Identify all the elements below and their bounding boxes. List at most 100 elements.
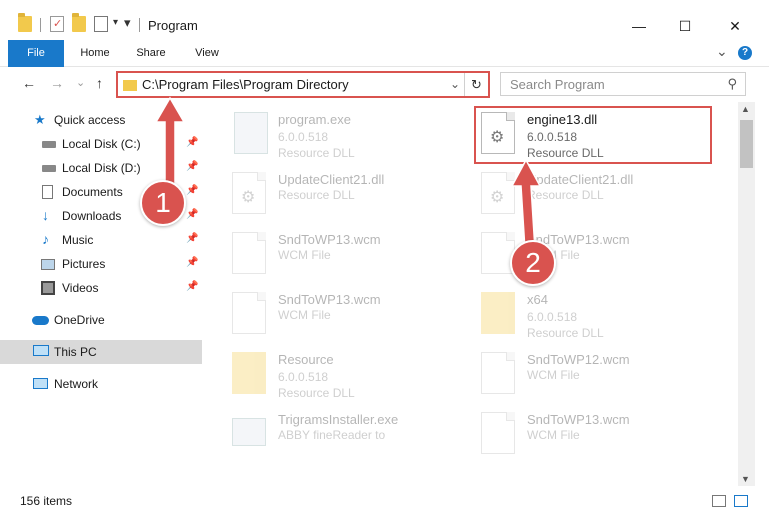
file-type: Resource DLL xyxy=(278,146,355,160)
file-name: engine13.dll xyxy=(527,112,598,127)
sidebar-item-label: Local Disk (D:) xyxy=(62,161,141,175)
sidebar-item-music[interactable]: ♪ Music 📌 xyxy=(0,228,202,252)
title-bar: ✓ ▾ ▾ Program — ☐ ✕ xyxy=(0,0,769,40)
folder-icon xyxy=(232,352,266,394)
recent-locations-button[interactable]: ⌄ xyxy=(76,76,85,89)
sidebar-item-onedrive[interactable]: OneDrive xyxy=(0,308,202,332)
expand-ribbon-icon[interactable]: ⌄ xyxy=(716,43,728,60)
large-icons-view-icon[interactable] xyxy=(734,495,748,507)
sidebar-item-label: Network xyxy=(54,377,99,391)
file-name: UpdateClient21.dll xyxy=(278,172,385,187)
tab-share[interactable]: Share xyxy=(128,40,174,67)
customize-toolbar-icon[interactable] xyxy=(94,16,108,32)
pin-icon[interactable]: 📌 xyxy=(186,209,198,220)
address-dropdown-icon[interactable]: ⌄ xyxy=(450,77,460,91)
file-list: program.exe 6.0.0.518 Resource DLL ⚙ Upd… xyxy=(206,102,738,486)
file-item[interactable]: SndToWP13.wcm WCM File xyxy=(232,230,462,288)
file-item[interactable]: program.exe 6.0.0.518 Resource DLL xyxy=(232,110,462,168)
computer-icon xyxy=(33,345,49,356)
drive-icon xyxy=(42,141,56,148)
back-button[interactable]: ← xyxy=(22,75,36,91)
file-item[interactable]: SndToWP12.wcm WCM File xyxy=(481,350,711,408)
sidebar-item-network[interactable]: Network xyxy=(0,372,202,396)
picture-icon xyxy=(41,259,55,270)
file-name: TrigramsInstaller.exe xyxy=(278,412,399,427)
sidebar-item-label: This PC xyxy=(54,345,97,359)
folder-icon xyxy=(481,292,515,334)
callout-badge-2: 2 xyxy=(510,240,556,286)
address-path[interactable]: C:\Program Files\Program Directory xyxy=(142,77,349,92)
file-version: 6.0.0.518 xyxy=(278,130,329,144)
properties-icon[interactable]: ✓ xyxy=(50,16,64,32)
search-icon[interactable]: ⚲ xyxy=(727,76,737,92)
file-item[interactable]: ⚙ UpdateClient21.dll Resource DLL xyxy=(232,170,462,228)
scroll-up-icon[interactable]: ▲ xyxy=(741,104,750,114)
sidebar-item-pictures[interactable]: Pictures 📌 xyxy=(0,252,202,276)
exe-icon xyxy=(232,418,266,446)
file-item[interactable]: SndToWP13.wcm WCM File xyxy=(232,290,462,348)
new-folder-icon[interactable] xyxy=(72,13,86,32)
file-type: WCM File xyxy=(278,248,331,262)
address-bar[interactable]: C:\Program Files\Program Directory ⌄ ↻ xyxy=(116,71,490,98)
navigation-bar: ← → ⌄ ↑ C:\Program Files\Program Directo… xyxy=(0,67,769,102)
file-name: x64 xyxy=(527,292,548,307)
refresh-button[interactable]: ↻ xyxy=(464,73,488,96)
help-icon[interactable]: ? xyxy=(738,46,752,60)
video-icon xyxy=(41,281,55,295)
sidebar-item-this-pc[interactable]: This PC xyxy=(0,340,202,364)
sidebar-item-label: Local Disk (C:) xyxy=(62,137,141,151)
sidebar-item-label: Downloads xyxy=(62,209,122,223)
search-box[interactable]: Search Program ⚲ xyxy=(500,72,746,96)
dll-icon: ⚙ xyxy=(481,112,515,154)
file-name: SndToWP13.wcm xyxy=(527,412,630,427)
title-separator xyxy=(40,18,41,32)
window-title: Program xyxy=(148,18,198,33)
drive-icon xyxy=(42,165,56,172)
pin-icon[interactable]: 📌 xyxy=(186,233,198,244)
file-name: program.exe xyxy=(278,112,351,127)
qat-customize-icon[interactable]: ▾ xyxy=(124,15,131,31)
sidebar-item-label: Documents xyxy=(62,185,123,199)
scroll-down-icon[interactable]: ▼ xyxy=(741,474,750,484)
close-button[interactable]: ✕ xyxy=(712,12,758,40)
tab-view[interactable]: View xyxy=(184,40,230,67)
dll-icon: ⚙ xyxy=(232,172,266,214)
file-icon xyxy=(481,352,515,394)
sidebar-item-label: Quick access xyxy=(54,113,126,127)
file-item[interactable]: x64 6.0.0.518 Resource DLL xyxy=(481,290,711,348)
folder-icon[interactable] xyxy=(18,13,32,32)
file-icon xyxy=(481,412,515,454)
exe-icon xyxy=(234,112,268,154)
file-version: 6.0.0.518 xyxy=(527,130,578,144)
file-icon xyxy=(232,292,266,334)
sidebar-item-videos[interactable]: Videos 📌 xyxy=(0,276,202,300)
up-button[interactable]: ↑ xyxy=(96,75,103,91)
forward-button[interactable]: → xyxy=(50,75,64,91)
tab-file[interactable]: File xyxy=(8,40,64,67)
file-name: SndToWP13.wcm xyxy=(278,292,381,307)
file-version: 6.0.0.518 xyxy=(278,370,329,384)
scroll-thumb[interactable] xyxy=(740,120,753,168)
file-icon xyxy=(232,232,266,274)
file-item[interactable]: Resource 6.0.0.518 Resource DLL xyxy=(232,350,462,408)
vertical-scrollbar[interactable]: ▲ ▼ xyxy=(738,102,755,486)
file-type: Resource DLL xyxy=(278,386,355,400)
pin-icon[interactable]: 📌 xyxy=(186,257,198,268)
file-name: Resource xyxy=(278,352,334,367)
details-view-icon[interactable] xyxy=(712,495,726,507)
maximize-button[interactable]: ☐ xyxy=(662,12,708,40)
file-type: Resource DLL xyxy=(278,188,355,202)
star-icon: ★ xyxy=(34,112,46,127)
tab-home[interactable]: Home xyxy=(72,40,118,67)
pin-icon[interactable]: 📌 xyxy=(186,281,198,292)
minimize-button[interactable]: — xyxy=(616,12,662,40)
item-count: 156 items xyxy=(20,494,73,508)
qat-dropdown-icon[interactable]: ▾ xyxy=(113,17,118,28)
music-icon: ♪ xyxy=(42,231,49,247)
file-type: ABBY fineReader to xyxy=(278,428,386,442)
search-input[interactable]: Search Program xyxy=(510,77,605,92)
callout-badge-1: 1 xyxy=(140,180,186,226)
file-item[interactable]: TrigramsInstaller.exe ABBY fineReader to xyxy=(232,410,462,468)
file-version: 6.0.0.518 xyxy=(527,310,578,324)
file-item[interactable]: SndToWP13.wcm WCM File xyxy=(481,410,711,468)
